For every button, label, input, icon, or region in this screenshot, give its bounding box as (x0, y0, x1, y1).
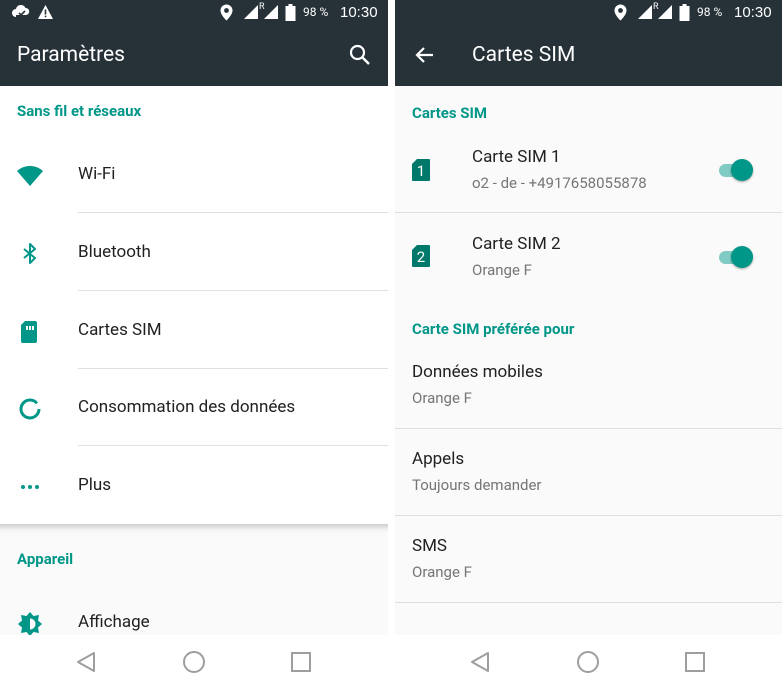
divider (78, 212, 388, 213)
search-icon[interactable] (348, 43, 372, 67)
battery-percent: 98 % (303, 5, 329, 19)
data-usage-icon (16, 395, 44, 423)
more-horiz-icon (16, 473, 44, 501)
pref-value: Toujours demander (412, 476, 542, 494)
pref-sms[interactable]: SMS Orange F (395, 516, 782, 602)
sim-slot-number: 2 (416, 248, 426, 266)
settings-item-more[interactable]: Plus (0, 447, 388, 524)
settings-item-bluetooth[interactable]: Bluetooth (0, 214, 388, 291)
divider (78, 445, 388, 446)
pref-mobile-data[interactable]: Données mobiles Orange F (395, 342, 782, 428)
app-bar: Paramètres (0, 24, 388, 86)
sim-slot-2-icon: 2 (411, 244, 431, 268)
settings-item-label: Cartes SIM (78, 320, 162, 340)
section-preferred-sim: Carte SIM préférée pour (412, 320, 575, 338)
back-nav-icon[interactable] (72, 647, 102, 677)
app-bar: Cartes SIM (395, 24, 782, 86)
sim-name: Carte SIM 1 (472, 147, 561, 167)
clock: 10:30 (340, 3, 378, 21)
back-nav-icon[interactable] (466, 647, 496, 677)
location-icon (220, 0, 233, 24)
pref-title: SMS (412, 536, 448, 556)
sim-detail: o2 - de - +4917658055878 (472, 174, 647, 192)
screen-gap (388, 0, 395, 689)
divider (395, 602, 782, 603)
pref-value: Orange F (412, 563, 472, 581)
section-sim-cards: Cartes SIM (412, 104, 488, 122)
brightness-icon (16, 610, 44, 638)
settings-item-wifi[interactable]: Wi-Fi (0, 136, 388, 213)
settings-item-data-usage[interactable]: Consommation des données (0, 369, 388, 446)
signal-icon-2 (657, 0, 673, 24)
battery-percent: 98 % (697, 5, 723, 19)
sim-detail: Orange F (472, 261, 532, 279)
battery-icon (285, 0, 296, 24)
sim-card-row-1[interactable]: 1 Carte SIM 1 o2 - de - +4917658055878 (395, 128, 782, 212)
settings-item-label: Wi-Fi (78, 164, 116, 184)
sim-name: Carte SIM 2 (472, 234, 561, 254)
back-arrow-icon[interactable] (413, 43, 437, 67)
sim-slot-1-icon: 1 (411, 158, 431, 182)
battery-icon (679, 0, 690, 24)
sim-2-toggle[interactable] (717, 245, 753, 269)
clock: 10:30 (734, 3, 772, 21)
home-nav-icon[interactable] (573, 647, 603, 677)
navigation-bar (0, 635, 388, 689)
sim-1-toggle[interactable] (717, 158, 753, 182)
pref-title: Appels (412, 449, 465, 469)
status-bar: R 98 % 10:30 (395, 0, 782, 24)
sim-slot-number: 1 (416, 162, 426, 180)
section-device: Appareil (17, 550, 74, 568)
page-title: Cartes SIM (472, 43, 576, 67)
recents-nav-icon[interactable] (680, 647, 710, 677)
switch-thumb (731, 159, 753, 181)
switch-thumb (731, 246, 753, 268)
sim-card-row-2[interactable]: 2 Carte SIM 2 Orange F (395, 213, 782, 300)
settings-item-label: Plus (78, 475, 112, 495)
bluetooth-icon (16, 240, 44, 268)
recents-nav-icon[interactable] (286, 647, 316, 677)
navigation-bar (395, 635, 782, 689)
section-wireless-networks: Sans fil et réseaux (17, 102, 142, 120)
home-nav-icon[interactable] (179, 647, 209, 677)
pref-calls[interactable]: Appels Toujours demander (395, 429, 782, 515)
notification-cloud-icon (11, 0, 31, 24)
sim-card-icon (16, 318, 44, 346)
divider (78, 290, 388, 291)
pref-value: Orange F (412, 389, 472, 407)
location-icon (614, 0, 627, 24)
settings-screen: R 98 % 10:30 Paramètres Sans fil et rése… (0, 0, 388, 689)
warning-icon (37, 0, 54, 24)
settings-item-sim-cards[interactable]: Cartes SIM (0, 292, 388, 369)
signal-icon-2 (263, 0, 279, 24)
sim-cards-screen: R 98 % 10:30 Cartes SIM Cartes SIM 1 Car… (395, 0, 782, 689)
settings-item-label: Bluetooth (78, 242, 151, 262)
page-title: Paramètres (17, 43, 126, 67)
card-shadow (0, 524, 388, 534)
signal-icon (243, 0, 259, 24)
settings-item-label: Consommation des données (78, 397, 296, 417)
pref-title: Données mobiles (412, 362, 543, 382)
status-bar: R 98 % 10:30 (0, 0, 388, 24)
signal-icon (637, 0, 653, 24)
wifi-icon (16, 162, 44, 190)
